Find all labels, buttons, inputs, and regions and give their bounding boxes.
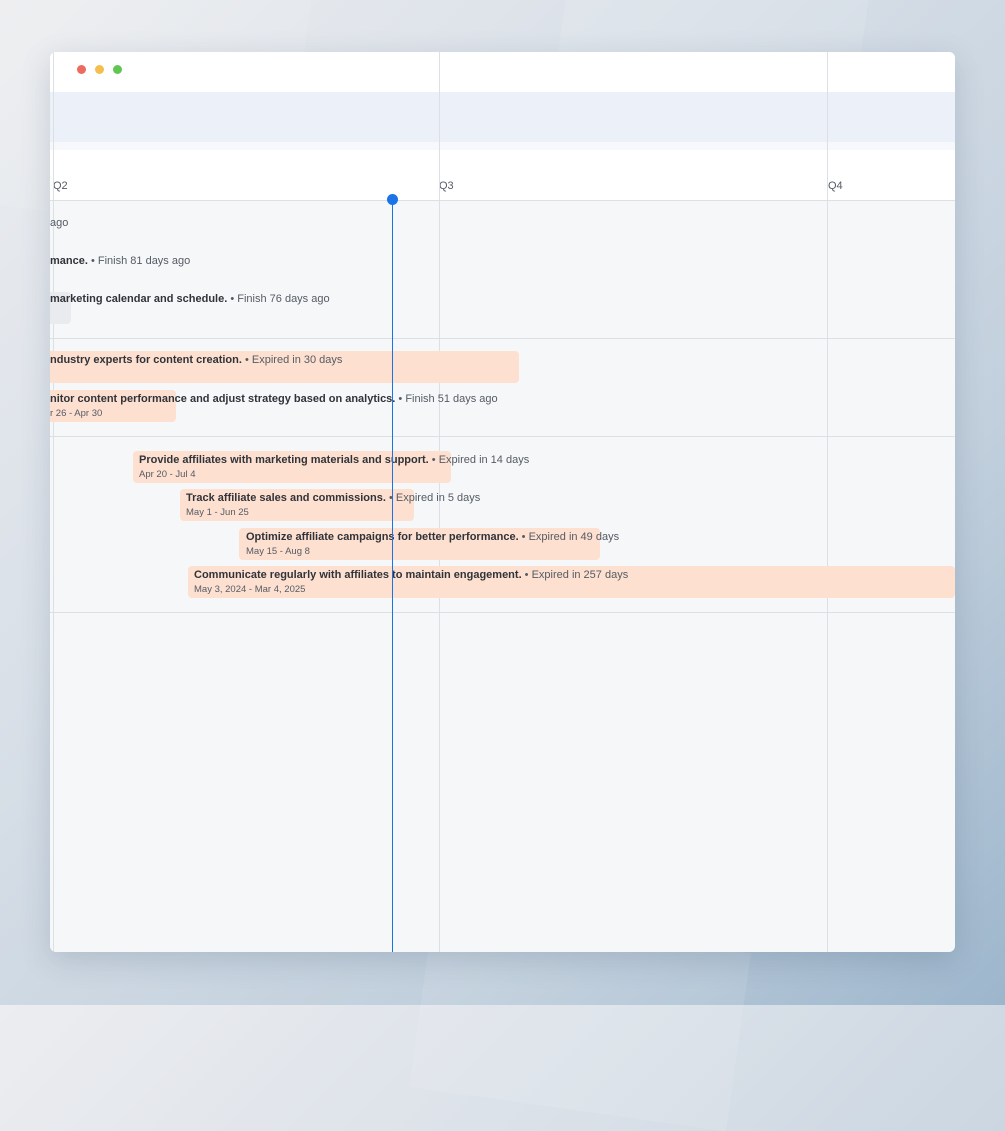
task-title: Optimize affiliate campaigns for better … bbox=[246, 531, 519, 543]
task-status: • Expired in 30 days bbox=[241, 354, 343, 366]
group-divider bbox=[50, 338, 955, 339]
maximize-window-button[interactable] bbox=[113, 65, 122, 74]
quarter-label-q4: Q4 bbox=[828, 180, 843, 192]
minimize-window-button[interactable] bbox=[95, 65, 104, 74]
task-status: ago bbox=[50, 217, 69, 229]
task-title: marketing calendar and schedule. bbox=[50, 293, 228, 305]
task-status: • Expired in 49 days bbox=[518, 531, 620, 543]
toolbar bbox=[50, 92, 955, 142]
task-status: • Expired in 14 days bbox=[428, 454, 530, 466]
toolbar-divider bbox=[50, 142, 955, 150]
timeline-header: Q2 Q3 Q4 bbox=[50, 150, 955, 201]
task-status: • Expired in 5 days bbox=[385, 492, 481, 504]
close-window-button[interactable] bbox=[77, 65, 86, 74]
app-window: Q2 Q3 Q4 ago mance. • Finish 81 days ago… bbox=[50, 52, 955, 952]
today-marker-line bbox=[392, 200, 393, 952]
quarter-gridline bbox=[53, 52, 54, 952]
task-title: ndustry experts for content creation. bbox=[50, 354, 242, 366]
task-title: Track affiliate sales and commissions. bbox=[186, 492, 386, 504]
quarter-label-q2: Q2 bbox=[53, 180, 68, 192]
task-dates: May 1 - Jun 25 bbox=[186, 507, 249, 518]
task-status: • Finish 81 days ago bbox=[87, 255, 191, 267]
task-dates: r 26 - Apr 30 bbox=[50, 408, 103, 419]
task-title: Provide affiliates with marketing materi… bbox=[139, 454, 429, 466]
task-dates: Apr 20 - Jul 4 bbox=[139, 469, 196, 480]
group-divider bbox=[50, 436, 955, 437]
quarter-gridline bbox=[827, 52, 828, 952]
window-titlebar bbox=[50, 52, 955, 92]
task-title: nitor content performance and adjust str… bbox=[50, 393, 396, 405]
task-title: mance. bbox=[50, 255, 88, 267]
group-divider bbox=[50, 612, 955, 613]
today-marker-handle[interactable] bbox=[387, 194, 398, 205]
quarter-label-q3: Q3 bbox=[439, 180, 454, 192]
task-title: Communicate regularly with affiliates to… bbox=[194, 569, 522, 581]
task-status: • Finish 51 days ago bbox=[395, 393, 498, 405]
task-status: • Expired in 257 days bbox=[521, 569, 629, 581]
task-dates: May 15 - Aug 8 bbox=[246, 546, 310, 557]
task-dates: May 3, 2024 - Mar 4, 2025 bbox=[194, 584, 306, 595]
task-status: • Finish 76 days ago bbox=[227, 293, 330, 305]
